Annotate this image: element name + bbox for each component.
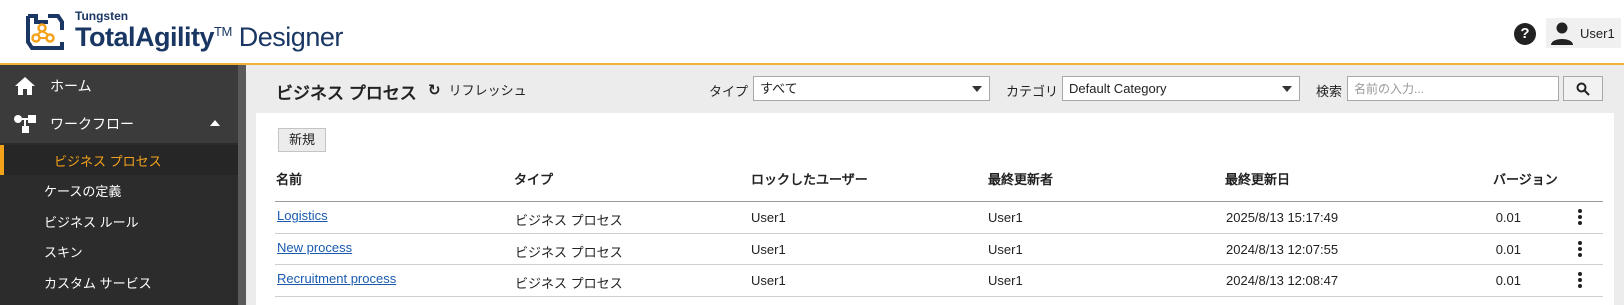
user-avatar-icon: [1551, 22, 1573, 45]
sidebar-item-case-definitions[interactable]: ケースの定義: [0, 175, 238, 205]
type-filter-value: すべて: [760, 81, 798, 96]
updated-by: User1: [988, 273, 1023, 288]
refresh-label: リフレッシュ: [448, 83, 527, 98]
workflow-submenu: ビジネス プロセス ケースの定義 ビジネス ルール スキン カスタム サービス: [0, 143, 238, 305]
search-icon: [1576, 82, 1590, 96]
search-button[interactable]: [1563, 76, 1603, 101]
updated-by: User1: [988, 242, 1023, 257]
sidebar-scrollbar[interactable]: [238, 65, 246, 305]
table-row: New process ビジネス プロセス User1 User1 2024/8…: [275, 234, 1603, 265]
process-name-link[interactable]: Logistics: [277, 208, 328, 223]
brand-small: Tungsten: [75, 9, 129, 23]
sidebar-item-skins[interactable]: スキン: [0, 236, 238, 266]
chevron-up-icon: [210, 120, 220, 126]
process-name-link[interactable]: New process: [277, 240, 352, 255]
logo-mark-icon: [26, 14, 64, 50]
category-filter-value: Default Category: [1069, 81, 1167, 96]
sidebar-item-label: ビジネス プロセス: [54, 153, 162, 169]
workflow-icon: [0, 114, 50, 134]
type-filter-label: タイプ: [709, 84, 749, 99]
updated-at: 2025/8/13 15:17:49: [1226, 210, 1339, 225]
refresh-button[interactable]: ↻ リフレッシュ: [428, 80, 527, 99]
sidebar-item-workflow-label: ワークフロー: [50, 116, 134, 132]
sidebar-item-label: ケースの定義: [44, 183, 122, 199]
sidebar-item-business-rules[interactable]: ビジネス ルール: [0, 206, 238, 236]
category-filter-select[interactable]: Default Category: [1062, 76, 1300, 101]
process-type: ビジネス プロセス: [515, 276, 623, 291]
sidebar-item-label: カスタム サービス: [44, 275, 152, 291]
process-type: ビジネス プロセス: [515, 245, 623, 260]
updated-at: 2024/8/13 12:08:47: [1226, 273, 1339, 288]
column-header-type[interactable]: タイプ: [514, 169, 553, 188]
updated-at: 2024/8/13 12:07:55: [1226, 242, 1339, 257]
refresh-icon: ↻: [428, 81, 441, 99]
page-title: ビジネス プロセス: [276, 84, 417, 103]
version: 0.01: [1495, 210, 1521, 225]
sidebar-item-home-label: ホーム: [50, 78, 92, 94]
sidebar-item-label: ビジネス ルール: [44, 214, 139, 230]
brand-tm: TM: [214, 24, 232, 39]
sidebar-item-business-process[interactable]: ビジネス プロセス: [0, 145, 238, 175]
locked-by: User1: [751, 242, 786, 257]
sidebar: ホーム ワークフロー ビジネス プロセス ケースの定義 ビジネス ルール スキン…: [0, 65, 246, 305]
brand-designer: Designer: [238, 22, 344, 52]
sidebar-item-custom-services[interactable]: カスタム サービス: [0, 267, 238, 297]
column-header-version[interactable]: バージョン: [1493, 169, 1558, 188]
search-input[interactable]: [1347, 76, 1559, 101]
user-name: User1: [1580, 25, 1615, 41]
type-filter-select[interactable]: すべて: [753, 76, 990, 101]
user-menu[interactable]: User1: [1546, 18, 1621, 48]
locked-by: User1: [751, 210, 786, 225]
table-row: Recruitment process ビジネス プロセス User1 User…: [275, 265, 1603, 296]
version: 0.01: [1495, 242, 1521, 257]
table-row: Logistics ビジネス プロセス User1 User1 2025/8/1…: [275, 202, 1603, 233]
row-divider: [275, 296, 1603, 297]
updated-by: User1: [988, 210, 1023, 225]
top-bar: Tungsten TotalAgilityTM Designer ? User1: [0, 0, 1624, 65]
brand-title: TotalAgilityTM Designer: [75, 22, 343, 53]
search-label: 検索: [1316, 84, 1343, 99]
more-options-icon[interactable]: [1573, 207, 1587, 227]
sidebar-item-label: スキン: [44, 244, 83, 260]
tungsten-logo[interactable]: Tungsten TotalAgilityTM Designer: [22, 8, 362, 58]
version: 0.01: [1495, 273, 1521, 288]
chevron-down-icon: [972, 86, 982, 92]
process-type: ビジネス プロセス: [515, 213, 623, 228]
locked-by: User1: [751, 273, 786, 288]
home-icon: [0, 76, 50, 96]
column-header-updated-at[interactable]: 最終更新日: [1225, 169, 1290, 188]
category-filter-label: カテゴリ: [1006, 84, 1059, 99]
sidebar-item-home[interactable]: ホーム: [0, 67, 238, 105]
column-header-locked-by[interactable]: ロックしたユーザー: [751, 169, 868, 188]
more-options-icon[interactable]: [1573, 239, 1587, 259]
brand-main: TotalAgility: [75, 22, 215, 52]
new-button[interactable]: 新規: [278, 128, 327, 152]
process-name-link[interactable]: Recruitment process: [277, 271, 396, 286]
sidebar-item-workflow[interactable]: ワークフロー: [0, 105, 238, 143]
chevron-down-icon: [1282, 86, 1292, 92]
more-options-icon[interactable]: [1573, 270, 1587, 290]
help-icon[interactable]: ?: [1514, 23, 1536, 45]
column-header-updated-by[interactable]: 最終更新者: [988, 169, 1053, 188]
column-header-name[interactable]: 名前: [276, 169, 302, 188]
